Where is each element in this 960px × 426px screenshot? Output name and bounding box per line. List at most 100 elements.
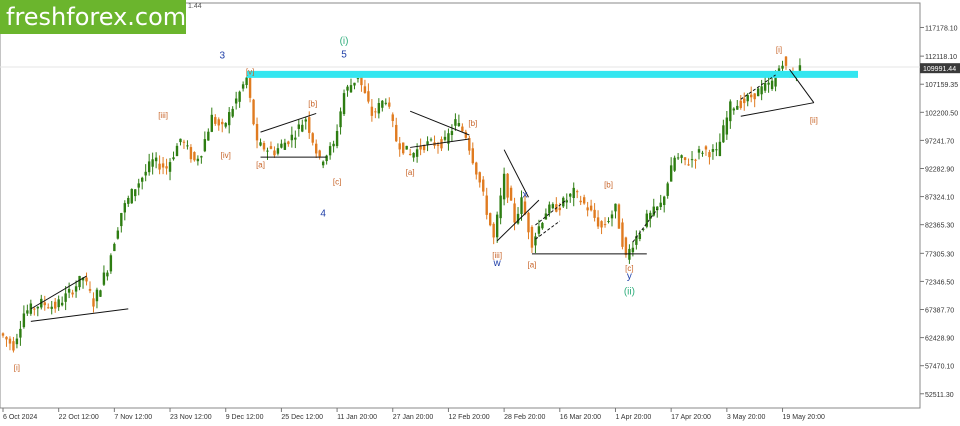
candle-body [15, 338, 19, 345]
trendline [632, 208, 658, 243]
candle-body [172, 157, 175, 160]
candle-body [137, 183, 140, 188]
candle-body [335, 130, 339, 147]
candle-body [374, 111, 377, 113]
candle-body [527, 212, 530, 233]
candle-body [304, 119, 307, 122]
candle-body [475, 162, 478, 175]
candle-body [252, 99, 255, 125]
candle-body [697, 149, 701, 153]
y-tick-label: 67387.70 [925, 308, 954, 315]
candle-body [690, 159, 694, 161]
candle-body [245, 77, 248, 86]
trendline [260, 112, 317, 133]
candle-body [151, 159, 154, 167]
candle-body [346, 86, 349, 91]
wave-label: [i] [776, 45, 782, 54]
wave-label: x [523, 189, 528, 200]
candle-body [753, 93, 756, 100]
y-tick-label: 62428.90 [925, 336, 954, 343]
candle-body [54, 301, 57, 309]
candle-body [589, 205, 593, 211]
candle-body [241, 84, 245, 89]
price-chart[interactable]: 117178.10 112118.10 107159.35 102200.50 9724… [0, 0, 960, 421]
candle-body [328, 146, 332, 156]
candle-body [19, 328, 22, 338]
x-tick-label: 19 May 20:00 [783, 414, 826, 421]
candle-body [231, 108, 234, 117]
candle-body [461, 126, 464, 132]
x-tick-label: 9 Dec 12:00 [226, 414, 264, 421]
trendline [409, 110, 470, 136]
candle-body [669, 165, 673, 182]
candle-body [579, 200, 582, 203]
candle-body [109, 255, 113, 272]
x-tick-label: 25 Dec 12:00 [281, 414, 323, 421]
candle-body [141, 177, 144, 182]
candle-body [412, 152, 415, 158]
x-tick-label: 6 Oct 2024 [3, 414, 37, 421]
y-tick-label: 97241.70 [925, 138, 954, 145]
candle-body [175, 145, 179, 157]
current-price-label: 109991.44 [923, 66, 956, 73]
candle-body [297, 124, 300, 129]
candle-body [704, 146, 708, 150]
wave-label: [b] [308, 100, 317, 109]
candle-body [614, 203, 617, 212]
candle-body [415, 149, 419, 157]
candle-body [210, 114, 213, 132]
candle-body [255, 123, 259, 141]
chart-canvas[interactable]: 117178.10 112118.10 107159.35 102200.50 9724… [0, 0, 960, 421]
candle-body [454, 119, 457, 126]
wave-label: [b] [468, 119, 477, 128]
candle-body [71, 292, 74, 295]
candle-body [301, 124, 304, 132]
y-tick-label: 72346.50 [925, 279, 954, 286]
candle-body [572, 187, 575, 198]
y-tick-label: 102200.50 [925, 110, 958, 117]
candle-body [134, 189, 137, 197]
candle-body [429, 139, 433, 141]
candle-body [248, 75, 252, 98]
candle-body [189, 147, 193, 160]
candle-body [214, 117, 217, 124]
candle-body [666, 183, 669, 196]
candle-body [767, 82, 770, 85]
candle-body [443, 136, 447, 140]
candle-body [617, 204, 621, 229]
candle-body [22, 313, 26, 328]
candle-body [259, 142, 262, 146]
candle-body [102, 272, 106, 285]
candle-body [530, 226, 534, 248]
x-tick-label: 28 Feb 20:00 [504, 414, 545, 421]
candle-body [95, 289, 99, 302]
candle-body [576, 191, 579, 193]
candle-body [311, 133, 314, 143]
candle-body [283, 142, 287, 150]
candle-body [234, 98, 238, 104]
x-tick-label: 11 Jan 20:00 [337, 414, 377, 421]
candle-body [485, 195, 488, 215]
candle-body [196, 158, 200, 162]
candle-body [398, 143, 401, 150]
candle-body [349, 85, 353, 93]
candle-body [708, 152, 711, 158]
candle-body [287, 141, 290, 145]
candle-body [78, 275, 81, 288]
candle-body [321, 161, 325, 166]
candle-body [718, 141, 722, 157]
candle-body [436, 144, 440, 146]
candle-body [426, 141, 429, 145]
candle-body [228, 112, 231, 126]
candle-body [624, 237, 628, 255]
candle-body [113, 243, 116, 252]
x-tick-label: 17 Apr 20:00 [671, 414, 711, 421]
y-tick-label: 112118.10 [925, 54, 957, 61]
candle-body [683, 157, 687, 161]
candle-body [165, 166, 168, 169]
x-tick-label: 16 Mar 20:00 [560, 414, 601, 421]
candle-body [502, 173, 506, 200]
candle-body [384, 102, 387, 104]
candle-body [1, 333, 5, 336]
candle-body [158, 163, 161, 170]
